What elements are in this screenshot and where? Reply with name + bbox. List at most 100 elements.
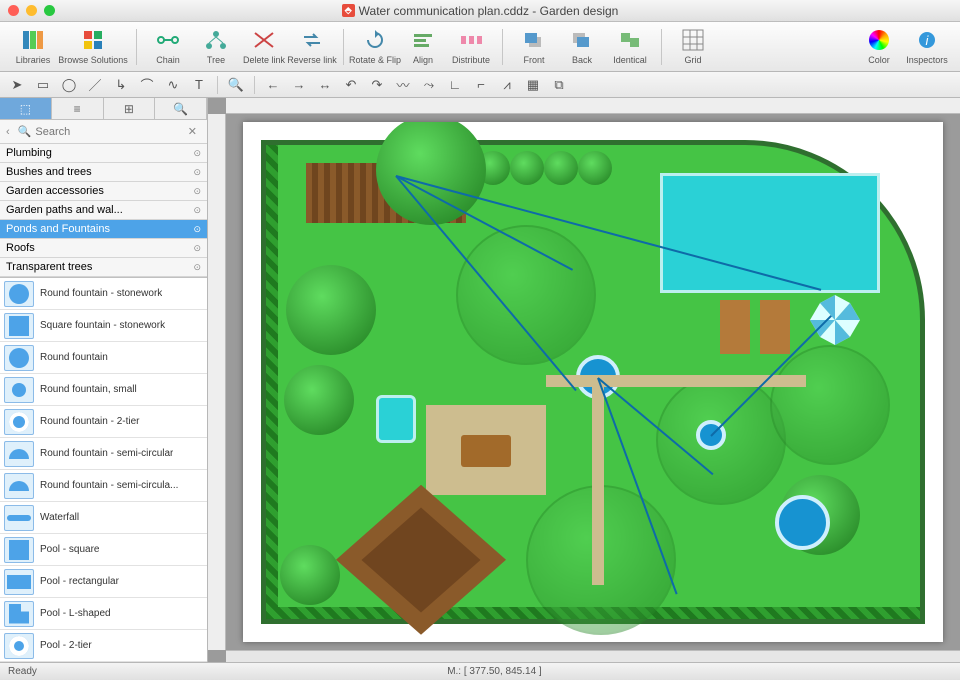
shape-item[interactable]: Waterfall xyxy=(0,502,207,534)
arc-tool[interactable]: ⌒ xyxy=(136,75,158,95)
identical-button[interactable]: Identical xyxy=(607,26,653,65)
inspectors-button[interactable]: i Inspectors xyxy=(904,26,950,65)
disclosure-icon: ⊙ xyxy=(193,262,201,273)
chain-button[interactable]: Chain xyxy=(145,26,191,65)
transparent-tree[interactable] xyxy=(770,345,890,465)
clear-search-button[interactable]: ✕ xyxy=(184,125,201,138)
patio-table[interactable] xyxy=(461,435,511,467)
text-tool[interactable]: T xyxy=(188,75,210,95)
library-tab-search[interactable]: 🔍 xyxy=(155,98,207,119)
lounge-chair[interactable] xyxy=(760,300,790,354)
category-roofs[interactable]: Roofs⊙ xyxy=(0,239,207,258)
angle-tool[interactable]: ∟ xyxy=(444,75,466,95)
shape-thumb-icon xyxy=(4,377,34,403)
shape-item[interactable]: Round fountain - stonework xyxy=(0,278,207,310)
rotate-flip-button[interactable]: Rotate & Flip xyxy=(352,26,398,65)
category-bushes-trees[interactable]: Bushes and trees⊙ xyxy=(0,163,207,182)
rotate-icon xyxy=(361,26,389,54)
line-tool[interactable]: ／ xyxy=(84,75,106,95)
front-button[interactable]: Front xyxy=(511,26,557,65)
search-tool[interactable]: 🔍 xyxy=(225,75,247,95)
round-fountain[interactable] xyxy=(775,495,830,550)
tree[interactable] xyxy=(284,365,354,435)
shape-item[interactable]: Round fountain - semi-circular xyxy=(0,438,207,470)
reverse-link-icon xyxy=(298,26,326,54)
library-panel-tabs: ⬚ ≡ ⊞ 🔍 xyxy=(0,98,207,120)
shape-label: Round fountain - stonework xyxy=(40,288,162,299)
shape-label: Round fountain - semi-circula... xyxy=(40,480,178,491)
category-garden-paths[interactable]: Garden paths and wal...⊙ xyxy=(0,201,207,220)
libraries-button[interactable]: Libraries xyxy=(10,26,56,65)
shape-item[interactable]: Round fountain - semi-circula... xyxy=(0,470,207,502)
shape-label: Pool - L-shaped xyxy=(40,608,111,619)
delete-link-button[interactable]: Delete link xyxy=(241,26,287,65)
category-garden-accessories[interactable]: Garden accessories⊙ xyxy=(0,182,207,201)
category-ponds-fountains[interactable]: Ponds and Fountains⊙ xyxy=(0,220,207,239)
shape-item[interactable]: Square fountain - stonework xyxy=(0,310,207,342)
bush[interactable] xyxy=(544,151,578,185)
arrow-both-tool[interactable]: ↔ xyxy=(314,75,336,95)
curve-left-tool[interactable]: ↶ xyxy=(340,75,362,95)
tree[interactable] xyxy=(280,545,340,605)
bush[interactable] xyxy=(510,151,544,185)
image-tool[interactable]: ▦ xyxy=(522,75,544,95)
color-button[interactable]: Color xyxy=(856,26,902,65)
patio-umbrella[interactable] xyxy=(810,295,860,345)
library-tab-shapes[interactable]: ⬚ xyxy=(0,98,52,119)
garden-path[interactable] xyxy=(592,385,604,585)
curve-right-tool[interactable]: ↷ xyxy=(366,75,388,95)
arrow-right-tool[interactable]: → xyxy=(288,75,310,95)
shape-item[interactable]: Pool - rectangular xyxy=(0,566,207,598)
distribute-button[interactable]: Distribute xyxy=(448,26,494,65)
arrow-left-tool[interactable]: ← xyxy=(262,75,284,95)
large-tree[interactable] xyxy=(376,122,486,225)
tree-button[interactable]: Tree xyxy=(193,26,239,65)
chevron-left-icon[interactable]: ‹ xyxy=(6,126,10,138)
shape-item[interactable]: Pool - 2-tier xyxy=(0,630,207,662)
garden-lot[interactable] xyxy=(261,140,925,624)
shape-item[interactable]: Round fountain xyxy=(0,342,207,374)
search-icon: 🔍 xyxy=(18,125,32,138)
ruler-horizontal[interactable] xyxy=(226,98,960,114)
ellipse-tool[interactable]: ◯ xyxy=(58,75,80,95)
bezier-tool[interactable]: 〰 xyxy=(392,75,414,95)
shape-thumb-icon xyxy=(4,537,34,563)
spline-tool[interactable]: ∿ xyxy=(162,75,184,95)
bush[interactable] xyxy=(578,151,612,185)
library-search-input[interactable] xyxy=(35,126,183,138)
align-button[interactable]: Align xyxy=(400,26,446,65)
back-button[interactable]: Back xyxy=(559,26,605,65)
step-tool[interactable]: ⌐ xyxy=(470,75,492,95)
free-curve-tool[interactable]: ⤳ xyxy=(418,75,440,95)
category-plumbing[interactable]: Plumbing⊙ xyxy=(0,144,207,163)
drawing-page[interactable] xyxy=(243,122,943,642)
library-tab-list[interactable]: ≡ xyxy=(52,98,104,119)
hedge-left[interactable] xyxy=(266,145,278,619)
status-bar: Ready M.: [ 377.50, 845.14 ] xyxy=(0,662,960,680)
pointer-tool[interactable]: ➤ xyxy=(6,75,28,95)
horizontal-scrollbar[interactable] xyxy=(226,650,960,662)
reverse-link-button[interactable]: Reverse link xyxy=(289,26,335,65)
browse-solutions-button[interactable]: Browse Solutions xyxy=(58,26,128,65)
rect-tool[interactable]: ▭ xyxy=(32,75,54,95)
connector-tool[interactable]: ↳ xyxy=(110,75,132,95)
shape-item[interactable]: Pool - L-shaped xyxy=(0,598,207,630)
grid-button[interactable]: Grid xyxy=(670,26,716,65)
shape-item[interactable]: Round fountain - 2-tier xyxy=(0,406,207,438)
crop-tool[interactable]: ⧉ xyxy=(548,75,570,95)
ruler-vertical[interactable] xyxy=(208,114,226,650)
shape-label: Round fountain xyxy=(40,352,108,363)
disclosure-icon: ⊙ xyxy=(193,243,201,254)
library-tab-grid[interactable]: ⊞ xyxy=(104,98,156,119)
shape-item[interactable]: Pool - square xyxy=(0,534,207,566)
category-transparent-trees[interactable]: Transparent trees⊙ xyxy=(0,258,207,277)
shape-item[interactable]: Round fountain, small xyxy=(0,374,207,406)
polyline-tool[interactable]: ⩘ xyxy=(496,75,518,95)
shape-label: Round fountain - semi-circular xyxy=(40,448,173,459)
category-label: Ponds and Fountains xyxy=(6,223,110,235)
tree[interactable] xyxy=(286,265,376,355)
lounge-chair[interactable] xyxy=(720,300,750,354)
small-pool[interactable] xyxy=(376,395,416,443)
canvas-viewport[interactable] xyxy=(226,114,960,650)
browse-solutions-label: Browse Solutions xyxy=(58,55,128,65)
